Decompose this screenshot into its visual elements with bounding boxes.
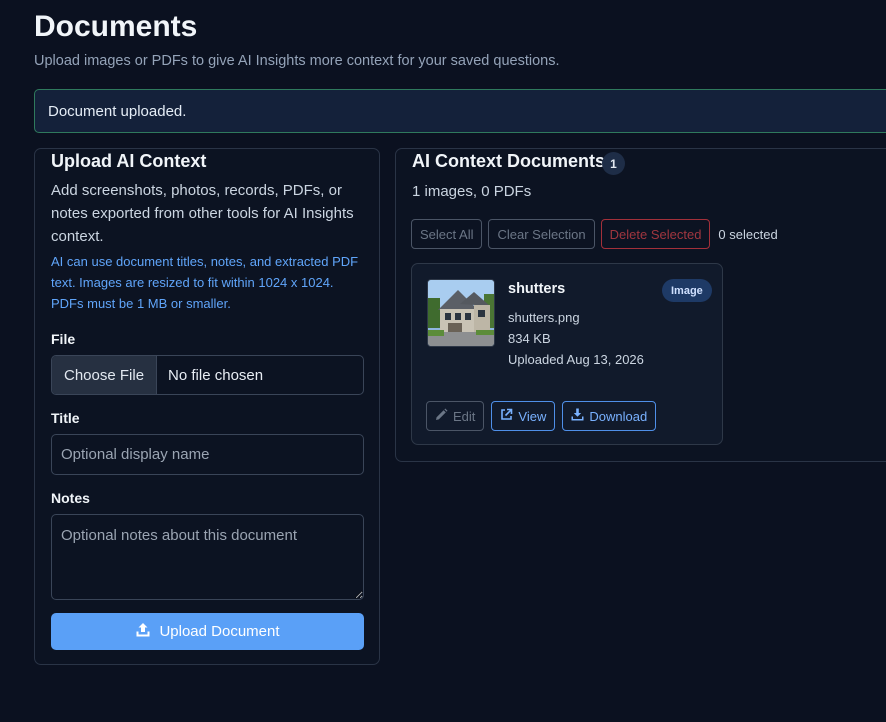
upload-panel: Upload AI Context Add screenshots, photo… — [34, 148, 380, 665]
documents-panel: AI Context Documents 1 1 images, 0 PDFs … — [395, 148, 886, 462]
page-subtitle: Upload images or PDFs to give AI Insight… — [34, 53, 560, 69]
upload-description: Add screenshots, photos, records, PDFs, … — [51, 182, 354, 245]
external-link-icon — [500, 408, 513, 424]
document-size: 834 KB — [508, 331, 551, 346]
clear-selection-button[interactable]: Clear Selection — [488, 219, 595, 249]
download-button[interactable]: Download — [562, 401, 657, 431]
document-type-badge: Image — [662, 279, 712, 302]
alert-message: Document uploaded. — [48, 102, 187, 120]
documents-summary: 1 images, 0 PDFs — [412, 183, 532, 200]
notes-label: Notes — [51, 490, 90, 506]
download-button-label: Download — [589, 408, 648, 424]
upload-panel-title: Upload AI Context — [51, 151, 207, 171]
upload-document-button[interactable]: Upload Document — [51, 613, 364, 650]
upload-button-label: Upload Document — [159, 623, 280, 640]
page-title: Documents — [34, 10, 198, 43]
upload-icon — [135, 622, 151, 642]
success-alert: Document uploaded. — [34, 89, 886, 133]
file-input[interactable]: Choose File No file chosen — [51, 355, 364, 395]
view-button[interactable]: View — [491, 401, 556, 431]
document-filename: shutters.png — [508, 310, 580, 325]
delete-selected-button[interactable]: Delete Selected — [600, 219, 711, 249]
edit-button[interactable]: Edit — [426, 401, 485, 431]
pencil-icon — [435, 408, 448, 424]
file-label: File — [51, 331, 76, 347]
documents-page: Documents Upload images or PDFs to give … — [0, 0, 886, 722]
house-photo-thumbnail[interactable] — [427, 279, 495, 347]
document-actions: Edit View Download — [426, 401, 657, 431]
upload-note: AI can use document titles, notes, and e… — [51, 254, 359, 311]
choose-file-button[interactable]: Choose File — [52, 356, 158, 394]
download-icon — [571, 408, 584, 424]
file-status: No file chosen — [168, 366, 264, 384]
title-label: Title — [51, 410, 80, 426]
selection-toolbar: Select All Clear Selection Delete Select… — [411, 219, 778, 249]
select-all-button[interactable]: Select All — [411, 219, 483, 249]
edit-button-label: Edit — [453, 408, 476, 424]
document-name: shutters — [508, 281, 566, 297]
document-count-badge: 1 — [602, 152, 625, 175]
documents-panel-title: AI Context Documents — [412, 151, 606, 171]
view-button-label: View — [518, 408, 547, 424]
selected-count: 0 selected — [718, 226, 778, 242]
title-input[interactable] — [51, 434, 364, 475]
document-uploaded-date: Uploaded Aug 13, 2026 — [508, 352, 644, 367]
notes-textarea[interactable] — [51, 514, 364, 600]
document-card[interactable]: shutters Image shutters.png 834 KB Uploa… — [411, 263, 723, 445]
